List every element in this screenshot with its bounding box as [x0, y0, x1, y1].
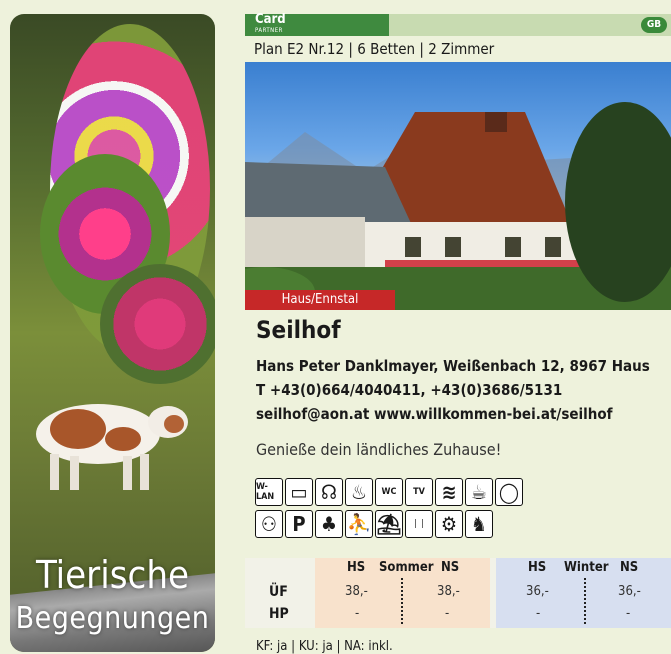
family-icon: ⚇ [255, 510, 283, 538]
terrace-icon: ≋ [435, 478, 463, 506]
logo-card-text: Card [255, 12, 286, 27]
caption-tierische: Tierische [35, 553, 190, 597]
summer-season-header: Sommer [379, 560, 434, 575]
winter-uef-ns: 36,- [618, 584, 641, 599]
wlan-icon: W-LAN [255, 478, 283, 506]
winter-ns-header: NS [620, 560, 639, 575]
row-label-hp: HP [269, 606, 289, 622]
parking-icon: P [285, 510, 313, 538]
amenity-icons-row-2: ⚇ P ♣ ⛹ ⛱ ❘❘ ⚙ ♞ [255, 510, 495, 538]
tv-cable-icon: TV [405, 478, 433, 506]
summer-hp-hs: - [355, 606, 360, 621]
header-bar: Card PARTNER GB [245, 12, 671, 36]
garden-icon: ♣ [315, 510, 343, 538]
hairdryer-icon: ☊ [315, 478, 343, 506]
footer-note: KF: ja | KU: ja | NA: inkl. [256, 639, 393, 654]
location-tag: Haus/Ennstal [245, 290, 395, 310]
plan-info: Plan E2 Nr.12 | 6 Betten | 2 Zimmer [254, 40, 495, 58]
winter-hp-ns: - [626, 606, 631, 621]
listing-phone[interactable]: T +43(0)664/4040411, +43(0)3686/5131 [256, 381, 562, 399]
winter-hp-hs: - [536, 606, 541, 621]
cow-image [36, 404, 188, 490]
egg-icon: ◯ [495, 478, 523, 506]
summer-uef-hs: 38,- [345, 584, 368, 599]
amenity-icons-row-1: W-LAN ▭ ☊ ♨ WC TV ≋ ☕ ◯ [255, 478, 525, 506]
bike-garage-icon: ⚙ [435, 510, 463, 538]
listing-name: Seilhof [256, 316, 341, 344]
summer-hp-ns: - [445, 606, 450, 621]
house-photo [245, 62, 671, 310]
card-partner-logo: Card PARTNER [245, 12, 389, 36]
ski-icon: ❘❘ [405, 510, 433, 538]
listing-web[interactable]: seilhof@aon.at www.willkommen-bei.at/sei… [256, 405, 613, 423]
listing-address: Hans Peter Danklmayer, Weißenbach 12, 89… [256, 357, 650, 375]
lounger-icon: ⛱ [375, 510, 403, 538]
price-table: ÜF HP HS Sommer NS 38,- 38,- - - HS Wint… [245, 558, 671, 628]
summer-column: HS Sommer NS 38,- 38,- - - [315, 558, 490, 628]
sauna-icon: ♨ [345, 478, 373, 506]
flowers-cow-photo: Tierische Begegnungen [10, 14, 215, 652]
winter-season-header: Winter [564, 560, 609, 575]
row-label-uef: ÜF [269, 584, 288, 600]
winter-uef-hs: 36,- [526, 584, 549, 599]
tv-icon: ▭ [285, 478, 313, 506]
farm-animals-icon: ♞ [465, 510, 493, 538]
kitchen-icon: ☕ [465, 478, 493, 506]
winter-hs-header: HS [528, 560, 547, 575]
winter-column: HS Winter NS 36,- 36,- - - [496, 558, 671, 628]
summer-uef-ns: 38,- [437, 584, 460, 599]
language-badge[interactable]: GB [641, 17, 667, 33]
summer-ns-header: NS [441, 560, 460, 575]
logo-partner-text: PARTNER [255, 27, 283, 34]
wc-icon: WC [375, 478, 403, 506]
listing-slogan: Genieße dein ländliches Zuhause! [256, 440, 502, 459]
playground-icon: ⛹ [345, 510, 373, 538]
caption-begegnungen: Begegnungen [15, 601, 210, 636]
summer-hs-header: HS [347, 560, 366, 575]
